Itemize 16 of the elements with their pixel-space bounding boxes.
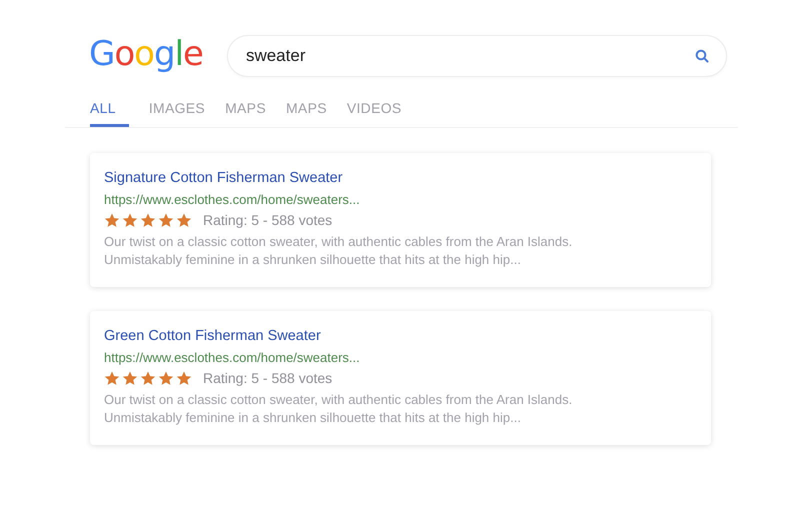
result-url: https://www.esclothes.com/home/sweaters... xyxy=(104,350,360,365)
result-title-link[interactable]: Green Cotton Fisherman Sweater xyxy=(104,328,321,344)
tab[interactable]: ALL xyxy=(90,96,129,127)
search-icon[interactable] xyxy=(694,49,709,63)
tab[interactable]: MAPS xyxy=(286,96,327,127)
tab[interactable]: MAPS xyxy=(225,96,266,127)
rating-text: Rating: 5 - 588 votes xyxy=(203,370,332,386)
result-url: https://www.esclothes.com/home/sweaters... xyxy=(104,192,360,207)
tab[interactable]: VIDEOS xyxy=(346,96,402,127)
result-description: Our twist on a classic cotton sweater, with authentic cables from the Aran Islands. Unmistakably feminine in a shrunken silhouette that hits at the high hip... xyxy=(104,233,574,269)
result-title-link[interactable]: Signature Cotton Fisherman Sweater xyxy=(104,170,343,186)
search-field[interactable]: sweater xyxy=(226,35,727,77)
logo: Google xyxy=(89,37,203,71)
rating-text: Rating: 5 - 588 votes xyxy=(203,212,332,228)
result-description: Our twist on a classic cotton sweater, with authentic cables from the Aran Islands. Unmistakably feminine in a shrunken silhouette that hits at the high hip... xyxy=(104,391,574,427)
tab[interactable]: IMAGES xyxy=(148,96,206,127)
